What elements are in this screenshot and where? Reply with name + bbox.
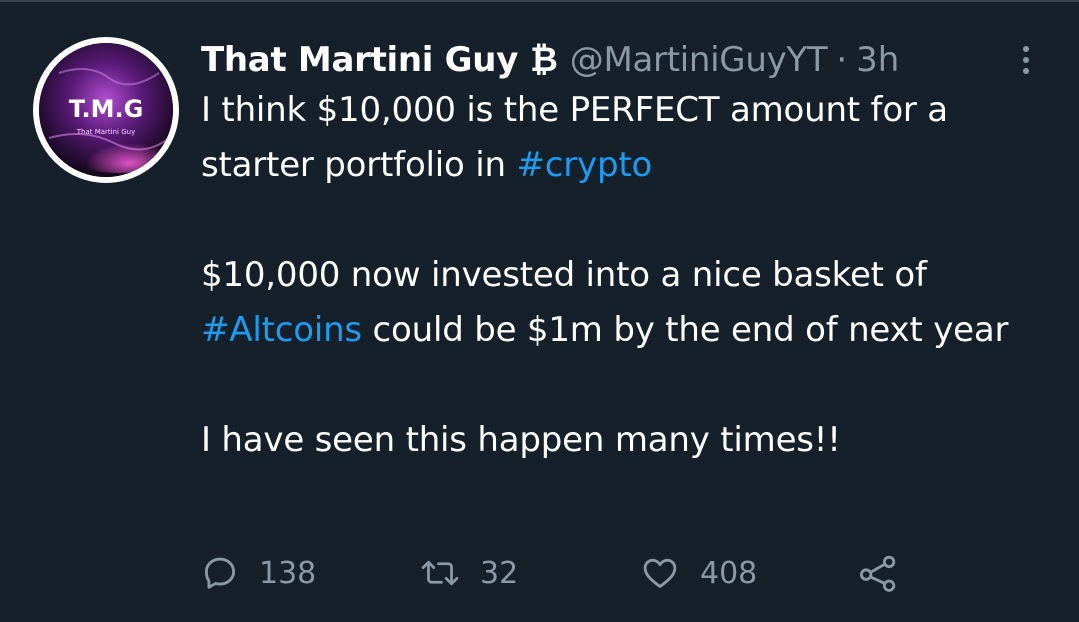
bitcoin-badge-icon: ₿	[530, 40, 558, 80]
tweet-text: I think $10,000 is the PERFECT amount fo…	[201, 83, 1051, 468]
hashtag-crypto[interactable]: #crypto	[516, 145, 652, 185]
avatar-subtitle: That Martini Guy	[76, 128, 135, 136]
retweet-button[interactable]: 32	[420, 548, 518, 598]
like-button[interactable]: 408	[640, 548, 757, 598]
more-vertical-icon	[1023, 46, 1029, 52]
tweet-paragraph-2: $10,000 now invested into a nice basket …	[201, 255, 1009, 350]
retweet-icon	[421, 560, 459, 586]
tweet-actions: 138 32 408	[201, 548, 1001, 598]
heart-icon	[643, 558, 677, 588]
tweet-paragraph-3: I have seen this happen many times!!	[201, 420, 841, 460]
author-name[interactable]: That Martini Guy	[201, 30, 518, 90]
tweet-paragraph-1: I think $10,000 is the PERFECT amount fo…	[201, 90, 948, 185]
author-handle[interactable]: @MartiniGuyYT	[570, 30, 828, 90]
more-options-button[interactable]	[1014, 38, 1038, 82]
top-divider	[0, 0, 1079, 2]
like-count: 408	[700, 555, 758, 591]
reply-button[interactable]: 138	[201, 548, 316, 598]
header-separator: ·	[836, 40, 848, 80]
hashtag-altcoins[interactable]: #Altcoins	[201, 310, 362, 350]
avatar-image: T.M.G That Martini Guy	[39, 43, 173, 177]
share-button[interactable]	[857, 548, 899, 598]
avatar-initials: T.M.G	[69, 95, 144, 123]
avatar[interactable]: T.M.G That Martini Guy	[33, 37, 179, 183]
share-icon	[859, 555, 896, 592]
retweet-count: 32	[480, 555, 519, 591]
tweet-timestamp[interactable]: 3h	[856, 30, 899, 90]
reply-count: 138	[259, 555, 317, 591]
tweet-header: That Martini Guy ₿ @MartiniGuyYT · 3h	[201, 30, 1031, 90]
reply-icon	[204, 557, 236, 589]
